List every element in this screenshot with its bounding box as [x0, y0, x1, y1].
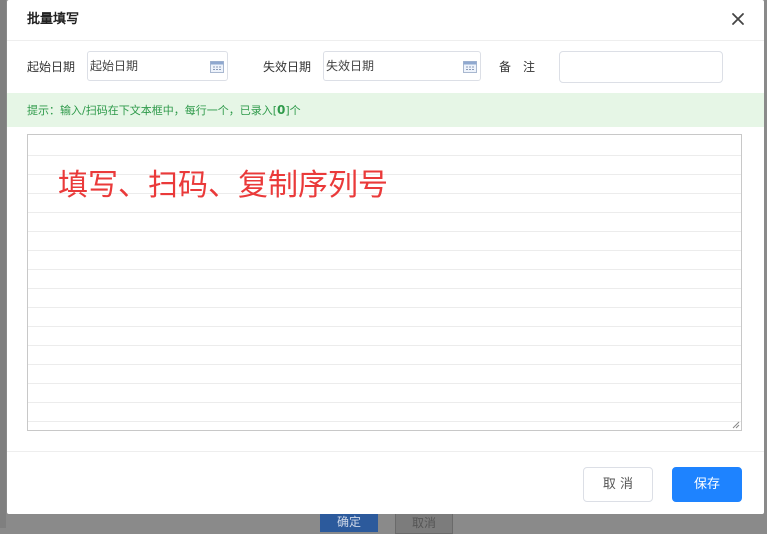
- remark-input[interactable]: [560, 52, 722, 82]
- tip-text: 提示：输入/扫码在下文本框中，每行一个，已录入[0]个: [27, 102, 301, 118]
- remark-label: 备 注: [499, 60, 536, 74]
- save-button[interactable]: 保存: [672, 467, 742, 502]
- calendar-icon[interactable]: [210, 60, 224, 73]
- dialog-title: 批量填写: [27, 12, 80, 27]
- calendar-icon[interactable]: [463, 60, 477, 73]
- background-confirm-button: 确定: [320, 512, 378, 532]
- background-cancel-button: 取消: [395, 512, 453, 534]
- batch-fill-dialog: 批量填写 起始日期 失效日期 备 注 提示：输入/扫码在下文本框中，每行一个，已…: [7, 0, 764, 514]
- dialog-header: 批量填写: [7, 0, 764, 41]
- start-date-label: 起始日期: [27, 60, 76, 74]
- remark-field[interactable]: [559, 51, 723, 83]
- cancel-button[interactable]: 取 消: [583, 467, 653, 502]
- close-icon: [732, 13, 744, 25]
- serial-number-textarea-box[interactable]: 填写、扫码、复制序列号: [27, 134, 742, 431]
- tip-bar: 提示：输入/扫码在下文本框中，每行一个，已录入[0]个: [7, 93, 764, 127]
- resize-grip-icon[interactable]: [731, 420, 740, 429]
- tip-text-after: ]个: [285, 104, 301, 117]
- end-date-input[interactable]: [326, 52, 436, 80]
- modal-backdrop: [0, 0, 6, 528]
- start-date-input[interactable]: [90, 52, 200, 80]
- end-date-field[interactable]: [323, 51, 481, 81]
- dialog-footer: 取 消 保存: [7, 451, 764, 514]
- serial-number-textarea[interactable]: [28, 135, 741, 430]
- end-date-label: 失效日期: [263, 60, 312, 74]
- close-button[interactable]: [729, 10, 747, 28]
- start-date-field[interactable]: [87, 51, 228, 81]
- tip-text-before: 提示：输入/扫码在下文本框中，每行一个，已录入[: [27, 104, 277, 117]
